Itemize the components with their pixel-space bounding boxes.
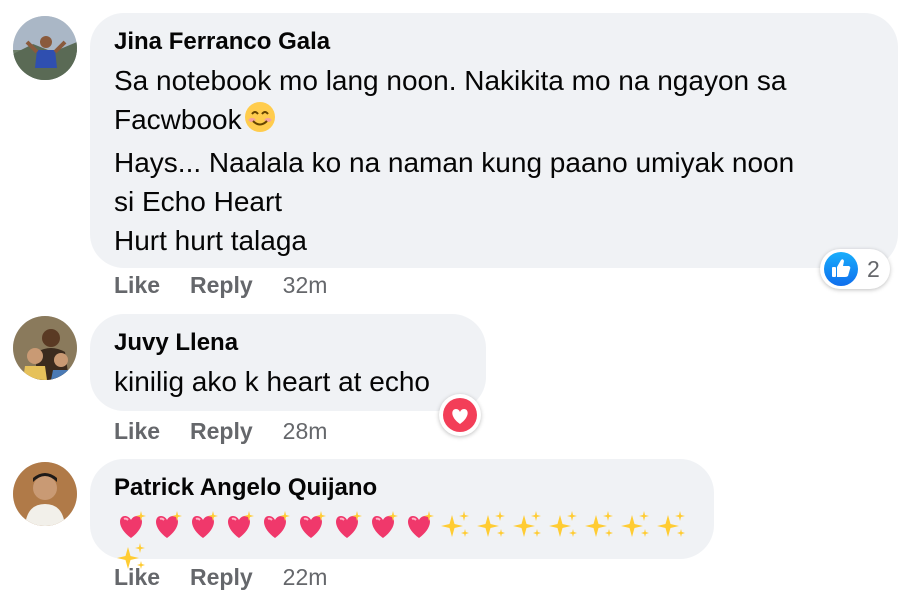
comment-text-line: si Echo Heart [114, 185, 283, 217]
sparkling-heart-icon [150, 509, 184, 541]
love-reaction-icon [442, 397, 478, 433]
avatar[interactable] [13, 462, 77, 526]
reaction-summary[interactable]: 2 [820, 249, 890, 289]
sparkling-heart-icon [114, 509, 148, 541]
comment-bubble: Jina Ferranco Gala Sa notebook mo lang n… [90, 13, 898, 268]
sparkles-icon [438, 509, 472, 541]
like-reaction-icon [823, 251, 859, 287]
like-button[interactable]: Like [114, 418, 160, 445]
reaction-summary[interactable] [439, 394, 481, 436]
comment-text-line: kinilig ako k heart at echo [114, 366, 430, 397]
like-button[interactable]: Like [114, 272, 160, 299]
sparkles-icon [582, 509, 616, 541]
sparkles-icon [510, 509, 544, 541]
reply-button[interactable]: Reply [190, 564, 253, 591]
sparkling-heart-icon [330, 509, 364, 541]
comment-timestamp[interactable]: 32m [283, 272, 328, 299]
comment-text-line: Sa notebook mo lang noon. Nakikita mo na… [114, 65, 787, 96]
comment-bubble: Patrick Angelo Quijano [90, 459, 714, 569]
comment-author[interactable]: Juvy Llena [114, 328, 462, 358]
comment-timestamp[interactable]: 28m [283, 418, 328, 445]
comment-actions: Like Reply 28m [114, 418, 327, 445]
sparkling-heart-icon [366, 509, 400, 541]
sparkling-heart-icon [402, 509, 436, 541]
comment-bubble: Juvy Llena kinilig ako k heart at echo [90, 314, 486, 411]
sparkling-heart-icon [186, 509, 220, 541]
sparkles-icon [654, 509, 688, 541]
comment-timestamp[interactable]: 22m [283, 564, 328, 591]
reaction-count: 2 [867, 255, 880, 282]
comment-actions: Like Reply 22m [114, 564, 327, 591]
reply-button[interactable]: Reply [190, 272, 253, 299]
comment-text-line: Facwbook [114, 104, 242, 135]
avatar[interactable] [13, 316, 77, 380]
avatar[interactable] [13, 16, 77, 80]
comment-author[interactable]: Patrick Angelo Quijano [114, 473, 690, 503]
comment-actions: Like Reply 32m [114, 272, 327, 299]
smiling-face-icon [244, 101, 276, 143]
like-button[interactable]: Like [114, 564, 160, 591]
sparkles-icon [618, 509, 652, 541]
sparkling-heart-icon [222, 509, 256, 541]
comment-text-line: Hurt hurt talaga [114, 224, 307, 256]
sparkles-icon [474, 509, 508, 541]
sparkles-icon [546, 509, 580, 541]
comment-author[interactable]: Jina Ferranco Gala [114, 27, 874, 57]
comment-text-line: Hays... Naalala ko na naman kung paano u… [114, 146, 795, 178]
reply-button[interactable]: Reply [190, 418, 253, 445]
sparkling-heart-icon [258, 509, 292, 541]
sparkling-heart-icon [294, 509, 328, 541]
